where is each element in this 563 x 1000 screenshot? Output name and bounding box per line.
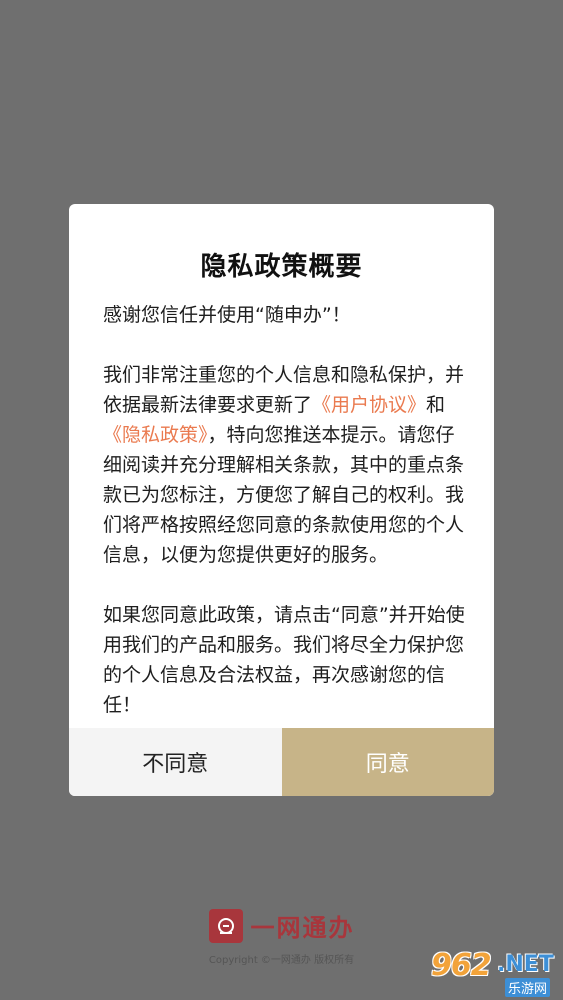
privacy-policy-link[interactable]: 《隐私政策》 [103,424,208,446]
app-logo-icon [208,908,243,943]
watermark-suffix: .NET [497,952,554,977]
brand-footer: 一网通办 [0,908,563,943]
dialog-title: 隐私政策概要 [200,252,363,282]
watermark-logo: 962 .NET 乐游网 [431,948,557,997]
agree-button[interactable]: 同意 [281,728,494,796]
greeting-text: 感谢您信任并使用“随申办”！ [103,304,351,326]
dialog-buttons: 不同意 同意 [69,728,494,796]
watermark-sub: 乐游网 [505,978,551,997]
policy-paragraph: 我们非常注重您的个人信息和隐私保护，并依据最新法律要求更新了《用户协议》和《隐私… [103,360,472,570]
user-agreement-link[interactable]: 《用户协议》 [312,394,426,416]
dialog-body: 感谢您信任并使用“随申办”！ 我们非常注重您的个人信息和隐私保护，并依据最新法律… [103,300,472,720]
watermark-number: 962 [431,948,492,983]
brand-name: 一网通办 [250,914,355,942]
privacy-dialog: 隐私政策概要 感谢您信任并使用“随申办”！ 我们非常注重您的个人信息和隐私保护，… [69,204,494,796]
policy-text-and: 和 [426,394,446,416]
consent-paragraph: 如果您同意此政策，请点击“同意”并开始使用我们的产品和服务。我们将尽全力保护您的… [103,604,465,716]
decline-button[interactable]: 不同意 [69,728,282,796]
